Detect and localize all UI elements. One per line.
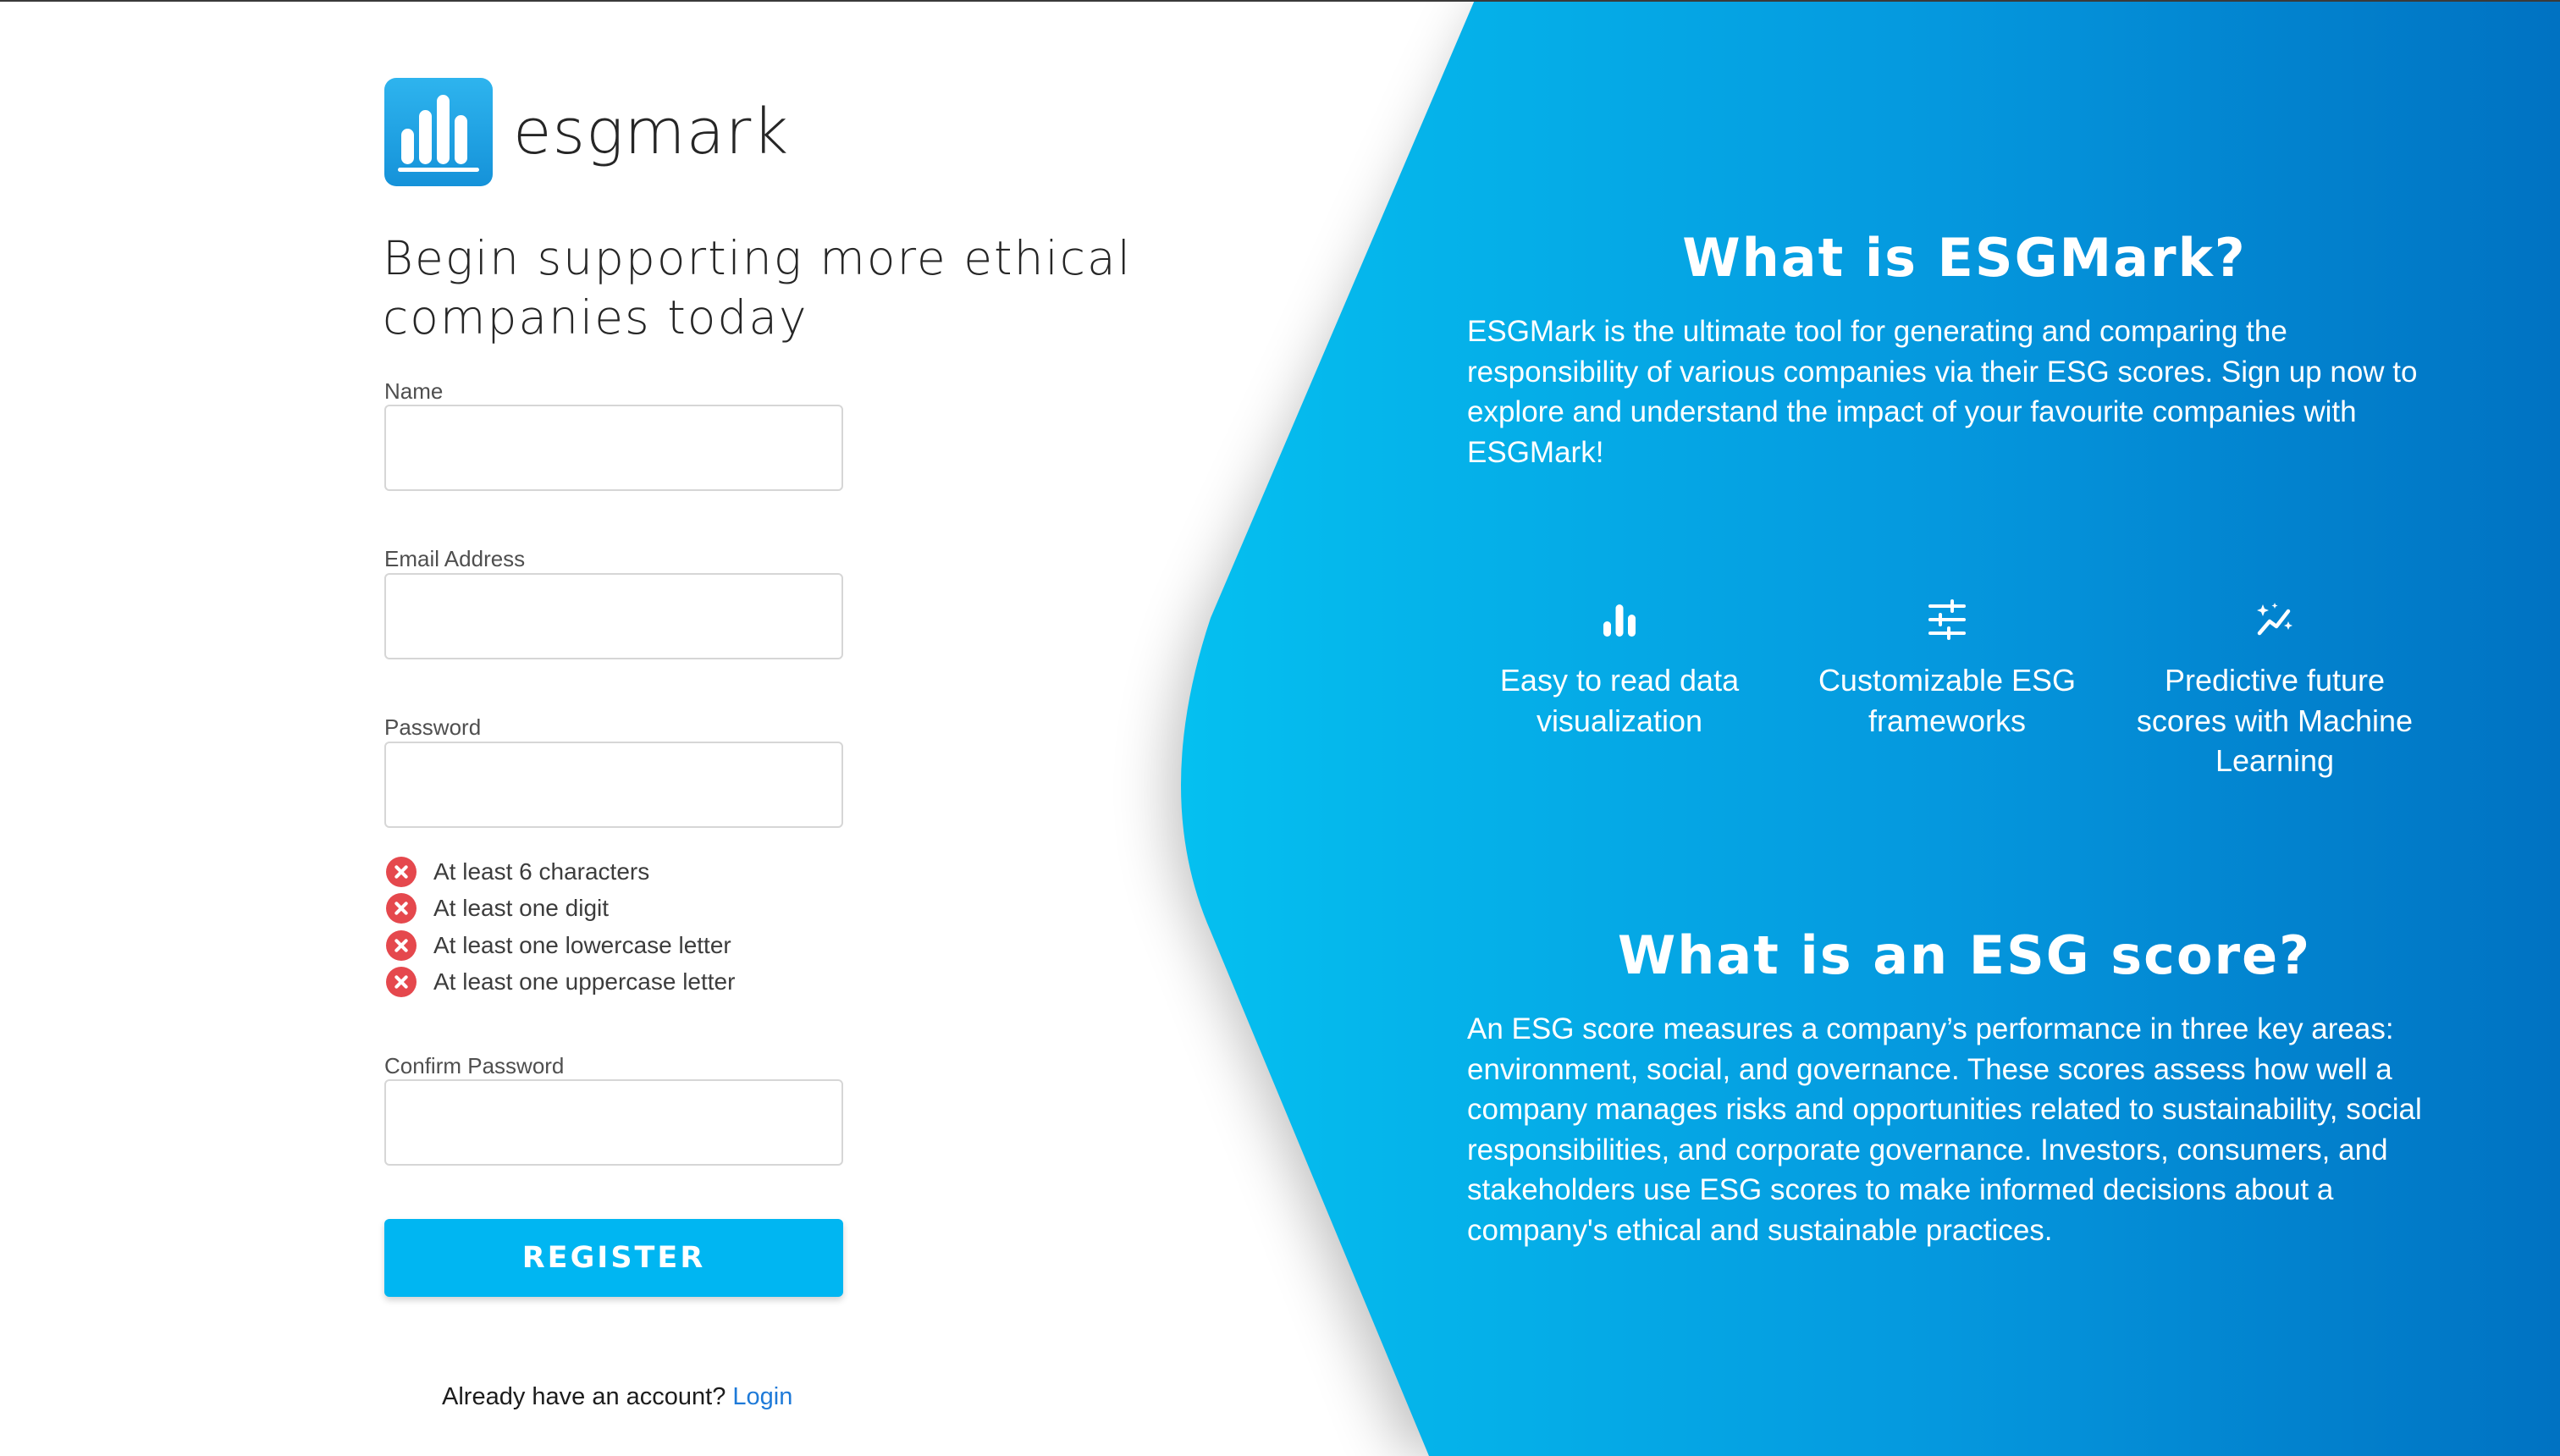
password-requirements: At least 6 characters At least one digit… xyxy=(386,853,735,1001)
password-rule-text: At least one lowercase letter xyxy=(433,931,731,958)
password-input[interactable] xyxy=(384,742,843,828)
bar-chart-logo-icon xyxy=(384,78,493,186)
x-circle-icon xyxy=(386,893,417,924)
login-prompt-text: Already have an account? xyxy=(442,1383,726,1410)
password-rule: At least one digit xyxy=(386,891,735,928)
login-link[interactable]: Login xyxy=(732,1383,792,1410)
register-button[interactable]: REGISTER xyxy=(384,1219,843,1297)
email-label: Email Address xyxy=(384,546,526,571)
sliders-icon xyxy=(1928,599,1966,640)
bar-chart-icon xyxy=(1603,604,1636,637)
feature-label: Customizable ESG frameworks xyxy=(1818,663,2077,738)
feature-ml-predictions: Predictive future scores with Machine Le… xyxy=(2118,599,2431,781)
password-rule-text: At least one digit xyxy=(433,895,610,922)
name-input[interactable] xyxy=(384,405,843,491)
email-input[interactable] xyxy=(384,573,843,659)
password-label: Password xyxy=(384,714,482,740)
x-circle-icon xyxy=(386,856,417,887)
x-circle-icon xyxy=(386,967,417,998)
name-label: Name xyxy=(384,378,444,404)
about-title: What is ESGMark? xyxy=(1682,227,2247,289)
feature-label: Predictive future scores with Machine Le… xyxy=(2136,663,2414,778)
password-rule: At least one uppercase letter xyxy=(386,964,735,1001)
page-headline: Begin supporting more ethical companies … xyxy=(383,231,1132,345)
sparkle-trend-icon xyxy=(2257,603,2292,636)
confirm-password-label: Confirm Password xyxy=(384,1053,565,1078)
feature-custom-frameworks: Customizable ESG frameworks xyxy=(1790,599,2104,741)
esg-score-text: An ESG score measures a company’s perfor… xyxy=(1467,1012,2422,1247)
x-circle-icon xyxy=(386,929,417,961)
password-rule-text: At least 6 characters xyxy=(433,858,650,885)
password-rule: At least 6 characters xyxy=(386,853,735,891)
brand-name: esgmark xyxy=(513,96,790,168)
top-border xyxy=(0,0,2560,2)
login-prompt: Already have an account? Login xyxy=(442,1383,792,1411)
confirm-password-input[interactable] xyxy=(384,1079,843,1166)
feature-label: Easy to read data visualization xyxy=(1499,663,1740,738)
brand-logo[interactable]: esgmark xyxy=(384,78,789,186)
esg-score-title: What is an ESG score? xyxy=(1617,924,2312,986)
password-rule: At least one lowercase letter xyxy=(386,927,735,964)
password-rule-text: At least one uppercase letter xyxy=(433,968,736,995)
about-text: ESGMark is the ultimate tool for generat… xyxy=(1467,315,2418,469)
feature-data-visualization: Easy to read data visualization xyxy=(1463,599,1776,741)
